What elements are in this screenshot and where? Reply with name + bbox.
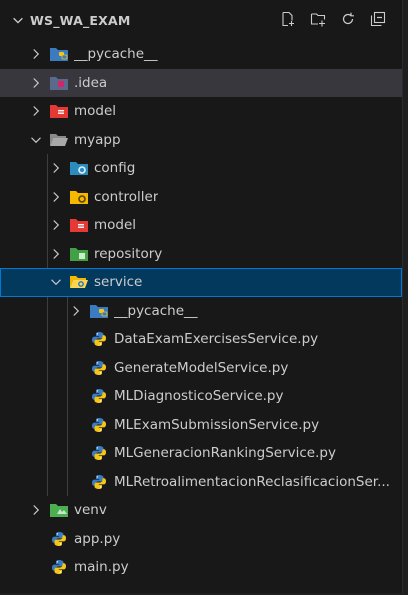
chevron-right-icon [28, 75, 44, 91]
tree-folder-model-root[interactable]: model [0, 97, 402, 126]
chevron-down-icon [28, 132, 44, 148]
model-folder-icon [50, 103, 68, 119]
tree-item-label: model [74, 103, 117, 120]
tree-item-label: MLGeneracionRankingService.py [114, 445, 336, 462]
chevron-right-icon [28, 46, 44, 62]
open-folder-icon [50, 132, 68, 148]
tree-item-label: MLRetroalimentacionReclasificacionSer... [114, 473, 390, 490]
tree-folder-model[interactable]: model [0, 211, 402, 240]
tree-folder-repository[interactable]: repository [0, 240, 402, 269]
chevron-right-icon [68, 303, 84, 319]
new-file-icon[interactable] [278, 9, 298, 29]
chevron-right-icon [48, 189, 64, 205]
chevron-right-icon [28, 502, 44, 518]
service-folder-open-icon [70, 274, 88, 290]
tree-item-label: MLDiagnosticoService.py [114, 388, 284, 405]
tree-item-label: repository [94, 245, 163, 262]
tree-item-label: main.py [74, 559, 129, 576]
tree-item-label: config [94, 160, 136, 177]
idea-folder-icon [50, 75, 68, 91]
tree-item-label: service [94, 274, 143, 291]
tree-folder-idea[interactable]: .idea [0, 68, 402, 97]
python-file-icon [50, 559, 68, 575]
tree-item-label: __pycache__ [74, 46, 158, 63]
config-folder-icon [70, 160, 88, 176]
chevron-down-icon [48, 274, 64, 290]
repository-folder-icon [70, 246, 88, 262]
explorer-actions [278, 9, 388, 29]
python-folder-icon [90, 303, 108, 319]
chevron-right-icon [28, 103, 44, 119]
collapse-all-icon[interactable] [368, 9, 388, 29]
python-file-icon [90, 360, 108, 376]
file-tree: __pycache__ .idea model myapp config con… [0, 40, 402, 582]
python-file-icon [90, 388, 108, 404]
tree-item-label: DataExamExercisesService.py [114, 331, 319, 348]
new-folder-icon[interactable] [308, 9, 328, 29]
chevron-right-icon [48, 160, 64, 176]
tree-folder-myapp[interactable]: myapp [0, 126, 402, 155]
controller-folder-icon [70, 189, 88, 205]
tree-file-py[interactable]: MLExamSubmissionService.py [0, 411, 402, 440]
tree-file-py[interactable]: GenerateModelService.py [0, 354, 402, 383]
myapp-children: config controller model repository servi… [0, 154, 402, 496]
tree-item-label: app.py [74, 530, 121, 547]
explorer-panel: WS_WA_EXAM __pycache__ .idea model myapp… [0, 0, 403, 593]
tree-folder-controller[interactable]: controller [0, 183, 402, 212]
venv-folder-icon [50, 502, 68, 518]
tree-file-app[interactable]: app.py [0, 525, 402, 554]
tree-item-label: controller [94, 188, 159, 205]
tree-item-label: GenerateModelService.py [114, 359, 289, 376]
tree-file-py[interactable]: MLDiagnosticoService.py [0, 382, 402, 411]
python-folder-icon [50, 46, 68, 62]
tree-folder-service-pycache[interactable]: __pycache__ [0, 297, 402, 326]
chevron-right-icon [48, 217, 64, 233]
python-file-icon [90, 445, 108, 461]
chevron-down-icon[interactable] [6, 13, 30, 27]
tree-folder-venv[interactable]: venv [0, 496, 402, 525]
service-children: __pycache__ DataExamExercisesService.py … [0, 296, 402, 497]
tree-item-label: myapp [74, 131, 121, 148]
tree-file-py[interactable]: DataExamExercisesService.py [0, 325, 402, 354]
tree-item-label: __pycache__ [114, 302, 198, 319]
tree-item-label: venv [74, 502, 107, 519]
tree-folder-pycache[interactable]: __pycache__ [0, 40, 402, 69]
python-file-icon [90, 417, 108, 433]
tree-file-py[interactable]: MLGeneracionRankingService.py [0, 439, 402, 468]
workspace-title: WS_WA_EXAM [30, 12, 131, 28]
python-file-icon [50, 531, 68, 547]
tree-item-label: .idea [74, 74, 108, 91]
tree-file-main[interactable]: main.py [0, 553, 402, 582]
chevron-right-icon [48, 246, 64, 262]
refresh-icon[interactable] [338, 9, 358, 29]
tree-folder-service[interactable]: service [0, 268, 402, 297]
python-file-icon [90, 474, 108, 490]
model-folder-icon [70, 217, 88, 233]
explorer-header[interactable]: WS_WA_EXAM [0, 0, 402, 40]
tree-folder-config[interactable]: config [0, 154, 402, 183]
tree-item-label: model [94, 217, 137, 234]
tree-file-py[interactable]: MLRetroalimentacionReclasificacionSer... [0, 468, 402, 497]
python-file-icon [90, 331, 108, 347]
tree-item-label: MLExamSubmissionService.py [114, 416, 320, 433]
